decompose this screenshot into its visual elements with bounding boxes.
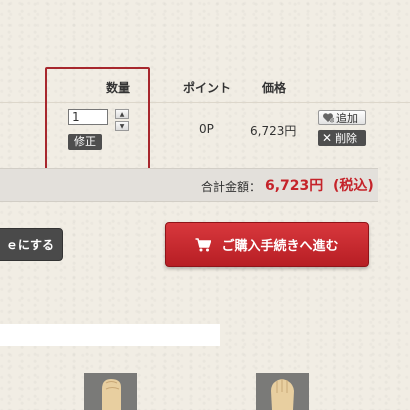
total-label: 合計金額：	[201, 180, 262, 194]
heart-plus-icon	[323, 113, 334, 123]
column-header-points: ポイント	[183, 81, 232, 95]
hand-fist-image	[84, 373, 137, 410]
product-thumbnail[interactable]	[84, 373, 137, 410]
background-texture	[0, 0, 410, 410]
hand-open-image	[256, 373, 309, 410]
add-label: 追加	[336, 111, 358, 125]
checkout-button[interactable]: ご購入手続きへ進む	[165, 222, 369, 267]
item-price: 6,723円	[250, 124, 297, 138]
checkout-label: ご購入手続きへ進む	[221, 239, 339, 254]
cart-icon	[195, 237, 212, 251]
total-tax-label: (税込)	[333, 178, 374, 194]
delete-item-button[interactable]: ✕ 削除	[318, 130, 366, 146]
item-points: 0P	[199, 122, 214, 136]
quantity-highlight-box	[45, 67, 150, 171]
column-header-price: 価格	[262, 81, 287, 95]
total-amount: 6,723円	[265, 178, 324, 194]
product-thumbnail[interactable]	[256, 373, 309, 410]
content-panel	[0, 324, 220, 346]
add-to-wishlist-button[interactable]: 追加	[318, 110, 366, 125]
delete-label: 削除	[335, 132, 358, 145]
wishlist-button[interactable]: ｅにする	[0, 228, 63, 261]
x-icon: ✕	[322, 131, 333, 145]
